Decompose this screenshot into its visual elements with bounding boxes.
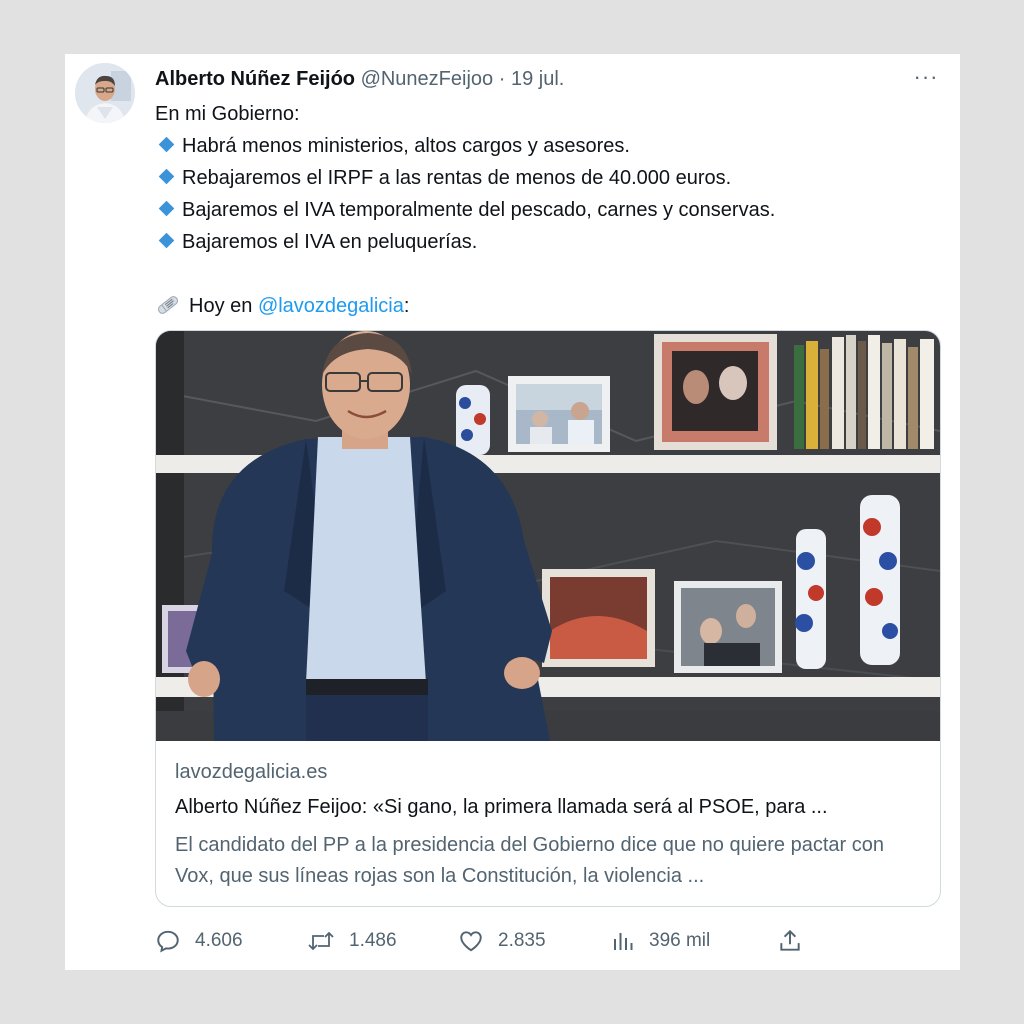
views-count: 396 mil (649, 930, 711, 951)
author-name[interactable]: Alberto Núñez Feijóo (155, 68, 355, 90)
bullet-text: Bajaremos el IVA temporalmente del pesca… (182, 199, 776, 221)
bullet-text: Habrá menos ministerios, altos cargos y … (182, 135, 630, 157)
tweet-actions: 4.606 1.486 2.835 396 mil (155, 926, 935, 956)
tweet-header: Alberto Núñez Feijóo @NunezFeijoo · 19 j… (155, 66, 564, 92)
retweet-count: 1.486 (349, 930, 397, 951)
tweet-intro: En mi Gobierno: (155, 103, 300, 125)
analytics-bars-icon (614, 933, 633, 950)
link-title[interactable]: Alberto Núñez Feijoo: «Si gano, la prime… (175, 796, 925, 819)
news-prefix: Hoy en (189, 295, 253, 317)
news-line: Hoy en @lavozdegalicia: (155, 290, 935, 322)
avatar-photo (75, 63, 135, 123)
heart-icon (460, 931, 482, 952)
reply-button[interactable]: 4.606 (155, 926, 243, 956)
small-blue-diamond-icon (158, 136, 175, 153)
bullet-item: Bajaremos el IVA temporalmente del pesca… (155, 194, 935, 226)
views-button[interactable]: 396 mil (611, 926, 710, 956)
share-upload-icon (780, 929, 800, 951)
share-button[interactable] (777, 926, 817, 956)
like-button[interactable]: 2.835 (458, 926, 546, 956)
more-options-icon[interactable]: ··· (911, 66, 941, 92)
tweet-text: En mi Gobierno: Habrá menos ministerios,… (155, 98, 935, 322)
link-domain[interactable]: lavozdegalicia.es (175, 761, 327, 784)
link-card[interactable]: lavozdegalicia.es Alberto Núñez Feijoo: … (155, 330, 941, 907)
tweet-card: Alberto Núñez Feijóo @NunezFeijoo · 19 j… (65, 54, 960, 970)
author-handle[interactable]: @NunezFeijoo (361, 68, 494, 90)
avatar[interactable] (75, 63, 135, 123)
article-photo[interactable] (156, 331, 940, 741)
retweet-button[interactable]: 1.486 (307, 926, 397, 956)
rolled-newspaper-icon (155, 294, 183, 326)
link-description[interactable]: El candidato del PP a la presidencia del… (175, 830, 920, 892)
news-suffix: : (403, 295, 410, 317)
retweet-icon (308, 931, 334, 951)
like-count: 2.835 (498, 930, 546, 951)
bullet-text: Bajaremos el IVA en peluquerías. (182, 231, 478, 253)
small-blue-diamond-icon (158, 168, 175, 185)
tweet-date[interactable]: 19 jul. (511, 68, 564, 90)
bullet-text: Rebajaremos el IRPF a las rentas de meno… (182, 167, 732, 189)
small-blue-diamond-icon (158, 232, 175, 249)
separator-dot: · (498, 68, 506, 90)
reply-count: 4.606 (195, 930, 243, 951)
bullet-item: Habrá menos ministerios, altos cargos y … (155, 130, 935, 162)
small-blue-diamond-icon (158, 200, 175, 217)
reply-bubble-icon (157, 930, 179, 953)
mention-link[interactable]: @lavozdegalicia (258, 295, 404, 317)
bullet-item: Rebajaremos el IRPF a las rentas de meno… (155, 162, 935, 194)
bullet-item: Bajaremos el IVA en peluquerías. (155, 226, 935, 258)
